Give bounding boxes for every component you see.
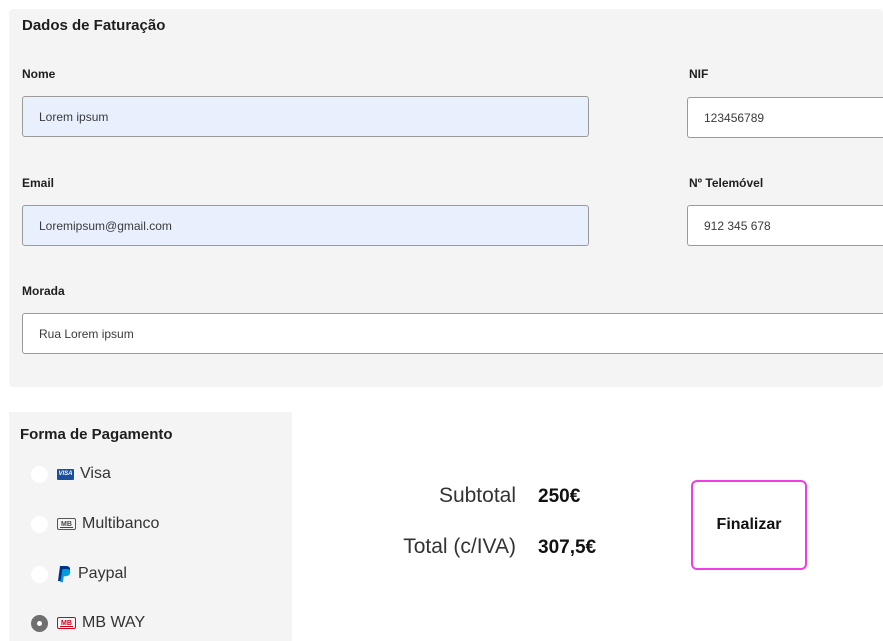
radio-paypal[interactable] [31, 565, 48, 583]
payment-option-paypal[interactable]: Paypal [31, 561, 127, 587]
email-label: Email [22, 176, 55, 190]
payment-option-mbway[interactable]: MB MB WAY [31, 610, 145, 636]
finalize-button[interactable]: Finalizar [691, 480, 807, 570]
payment-title: Forma de Pagamento [20, 426, 173, 443]
payment-option-multibanco[interactable]: MB Multibanco [31, 511, 159, 537]
mbway-icon: MB [57, 617, 76, 629]
subtotal-label: Subtotal [438, 484, 516, 507]
billing-panel: Dados de Faturação Nome NIF Email Nº Tel… [9, 9, 883, 387]
name-label: Nome [22, 67, 56, 81]
paypal-icon [57, 565, 72, 583]
nif-label: NIF [689, 67, 709, 81]
phone-input[interactable] [687, 205, 883, 246]
email-input[interactable] [22, 205, 589, 246]
payment-option-label: Paypal [78, 565, 127, 582]
payment-option-label: MB WAY [82, 614, 146, 631]
payment-panel: Forma de Pagamento VISA Visa MB Multiban… [9, 412, 292, 641]
payment-option-visa[interactable]: VISA Visa [31, 461, 111, 487]
billing-title: Dados de Faturação [22, 17, 166, 34]
payment-option-label: Visa [80, 465, 111, 482]
radio-visa[interactable] [31, 465, 48, 483]
radio-mbway[interactable] [31, 614, 48, 632]
visa-icon: VISA [57, 468, 74, 480]
multibanco-icon: MB [57, 518, 76, 530]
address-label: Morada [22, 284, 65, 298]
payment-option-label: Multibanco [82, 515, 160, 532]
phone-label: Nº Telemóvel [689, 176, 764, 190]
radio-multibanco[interactable] [31, 515, 48, 533]
address-input[interactable] [22, 313, 883, 354]
nif-input[interactable] [687, 97, 883, 138]
name-input[interactable] [22, 96, 589, 137]
subtotal-value: 250€ [538, 486, 581, 507]
total-value: 307,5€ [538, 537, 597, 558]
total-label: Total (c/IVA) [403, 535, 516, 558]
